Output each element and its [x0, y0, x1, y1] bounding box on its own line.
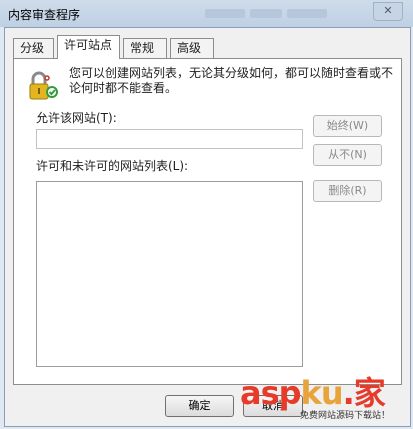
- close-button[interactable]: ✕: [373, 2, 403, 21]
- close-icon: ✕: [383, 4, 393, 17]
- title-bar-ghost-text: [205, 9, 245, 18]
- ok-button[interactable]: 确定: [165, 395, 234, 417]
- window-title: 内容审查程序: [8, 8, 81, 22]
- tab-approved-sites[interactable]: 许可站点: [57, 35, 120, 59]
- info-text: 您可以创建网站列表，无论其分级如何，都可以随时查看或不论何时都不能查看。: [69, 66, 394, 95]
- lock-icon: [29, 71, 58, 100]
- title-bar-ghost-text: [287, 9, 327, 18]
- dialog-body: 分级 许可站点 常规 高级 您可以创建网站列表，无论其分级如何，都可以随时查看或…: [4, 27, 411, 427]
- remove-button[interactable]: 删除(R): [313, 180, 382, 202]
- allow-site-label: 允许该网站(T):: [36, 111, 117, 125]
- never-button[interactable]: 从不(N): [313, 144, 382, 166]
- allow-site-input[interactable]: [36, 129, 303, 149]
- tab-advanced[interactable]: 高级: [170, 38, 214, 58]
- tab-ratings[interactable]: 分级: [13, 38, 54, 58]
- title-bar-ghost-text: [250, 9, 282, 18]
- title-bar: 内容审查程序 ✕: [0, 0, 413, 27]
- site-list[interactable]: [36, 181, 303, 367]
- cancel-button[interactable]: 取消: [243, 395, 303, 417]
- tab-general[interactable]: 常规: [123, 38, 167, 58]
- always-button[interactable]: 始终(W): [313, 115, 382, 137]
- site-list-label: 许可和未许可的网站列表(L):: [36, 159, 189, 173]
